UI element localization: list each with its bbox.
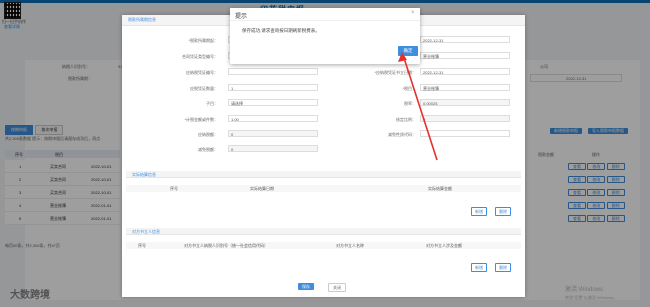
section2-table-header: 序号 实际结算日期 实际结算金额 bbox=[126, 185, 521, 192]
field-label: 子目： bbox=[206, 101, 218, 106]
col-header: 对方书立人纳税人识别号（统一社会信用代码） bbox=[184, 243, 268, 248]
section3-title: 对方书立人信息 bbox=[126, 228, 521, 235]
col-header: 序号 bbox=[138, 243, 146, 248]
field-label: 合同凭证类型编号： bbox=[182, 54, 218, 59]
sub-item-select[interactable]: 请选择 bbox=[228, 99, 318, 106]
dialog-header: 提示 × bbox=[230, 8, 420, 21]
add-counterparty-button[interactable]: 新增 bbox=[471, 263, 487, 272]
field-label: 应税凭证数量： bbox=[190, 86, 218, 91]
assessed-ratio-input: 0 bbox=[420, 115, 510, 122]
tax-payable-input: 0 bbox=[228, 130, 318, 137]
close-button[interactable]: 关闭 bbox=[328, 283, 346, 292]
field-label: *税目： bbox=[402, 86, 416, 91]
close-icon[interactable]: × bbox=[411, 10, 415, 16]
field-label: 减免性质代码： bbox=[388, 132, 416, 137]
delete-settlement-button[interactable]: 删除 bbox=[495, 207, 511, 216]
field-label: 应纳税额： bbox=[198, 132, 218, 137]
tax-item-type-input[interactable]: 营业账簿 bbox=[420, 52, 510, 59]
col-header: 对方书立人名称 bbox=[336, 243, 364, 248]
field-label: 减免税额： bbox=[198, 147, 218, 152]
tax-item-select[interactable]: 营业账簿 bbox=[420, 84, 510, 91]
relief-code-select[interactable] bbox=[420, 130, 510, 137]
col-header: 实际结算金额 bbox=[428, 186, 452, 191]
field-label: *税款所属期起： bbox=[188, 38, 218, 43]
voucher-date-input[interactable]: 2022-12-31 bbox=[420, 68, 510, 75]
col-header: 序号 bbox=[170, 186, 178, 191]
save-button[interactable]: 保存 bbox=[298, 283, 314, 290]
delete-counterparty-button[interactable]: 删除 bbox=[495, 263, 511, 272]
dialog-title: 提示 bbox=[235, 14, 248, 20]
tax-relief-input: 0 bbox=[228, 145, 318, 152]
col-header: 对方书立人涉及金额 bbox=[426, 243, 462, 248]
tax-rate-input: 0.00025 bbox=[420, 99, 510, 106]
field-label: *计税金额或件数： bbox=[184, 117, 218, 122]
section1-title: 税款所属期信息 bbox=[128, 17, 156, 22]
field-label: *应纳税凭证书立日期： bbox=[374, 70, 416, 75]
section3-table-header: 序号 对方书立人纳税人识别号（统一社会信用代码） 对方书立人名称 对方书立人涉及… bbox=[126, 242, 521, 249]
tax-period-end-modal-input[interactable]: 2022-12-31 bbox=[420, 36, 510, 43]
voucher-number-input[interactable] bbox=[228, 68, 318, 75]
dialog-message: 保存成功,请求查询按日期刷新税费表。 bbox=[242, 28, 320, 33]
taxable-amount-input[interactable]: 1.00 bbox=[228, 115, 318, 122]
voucher-count-input[interactable]: 1 bbox=[228, 84, 318, 91]
col-header: 实际结算日期 bbox=[250, 186, 274, 191]
confirm-button[interactable]: 确定 bbox=[398, 46, 418, 56]
field-label: 核定比例： bbox=[396, 117, 416, 122]
field-label: 应纳税凭证编号： bbox=[186, 70, 218, 75]
add-settlement-button[interactable]: 新增 bbox=[471, 207, 487, 216]
section2-title: 实际结算信息 bbox=[126, 171, 521, 178]
alert-dialog: 提示 × 保存成功,请求查询按日期刷新税费表。 确定 bbox=[230, 8, 420, 64]
field-label: 税率： bbox=[404, 101, 416, 106]
